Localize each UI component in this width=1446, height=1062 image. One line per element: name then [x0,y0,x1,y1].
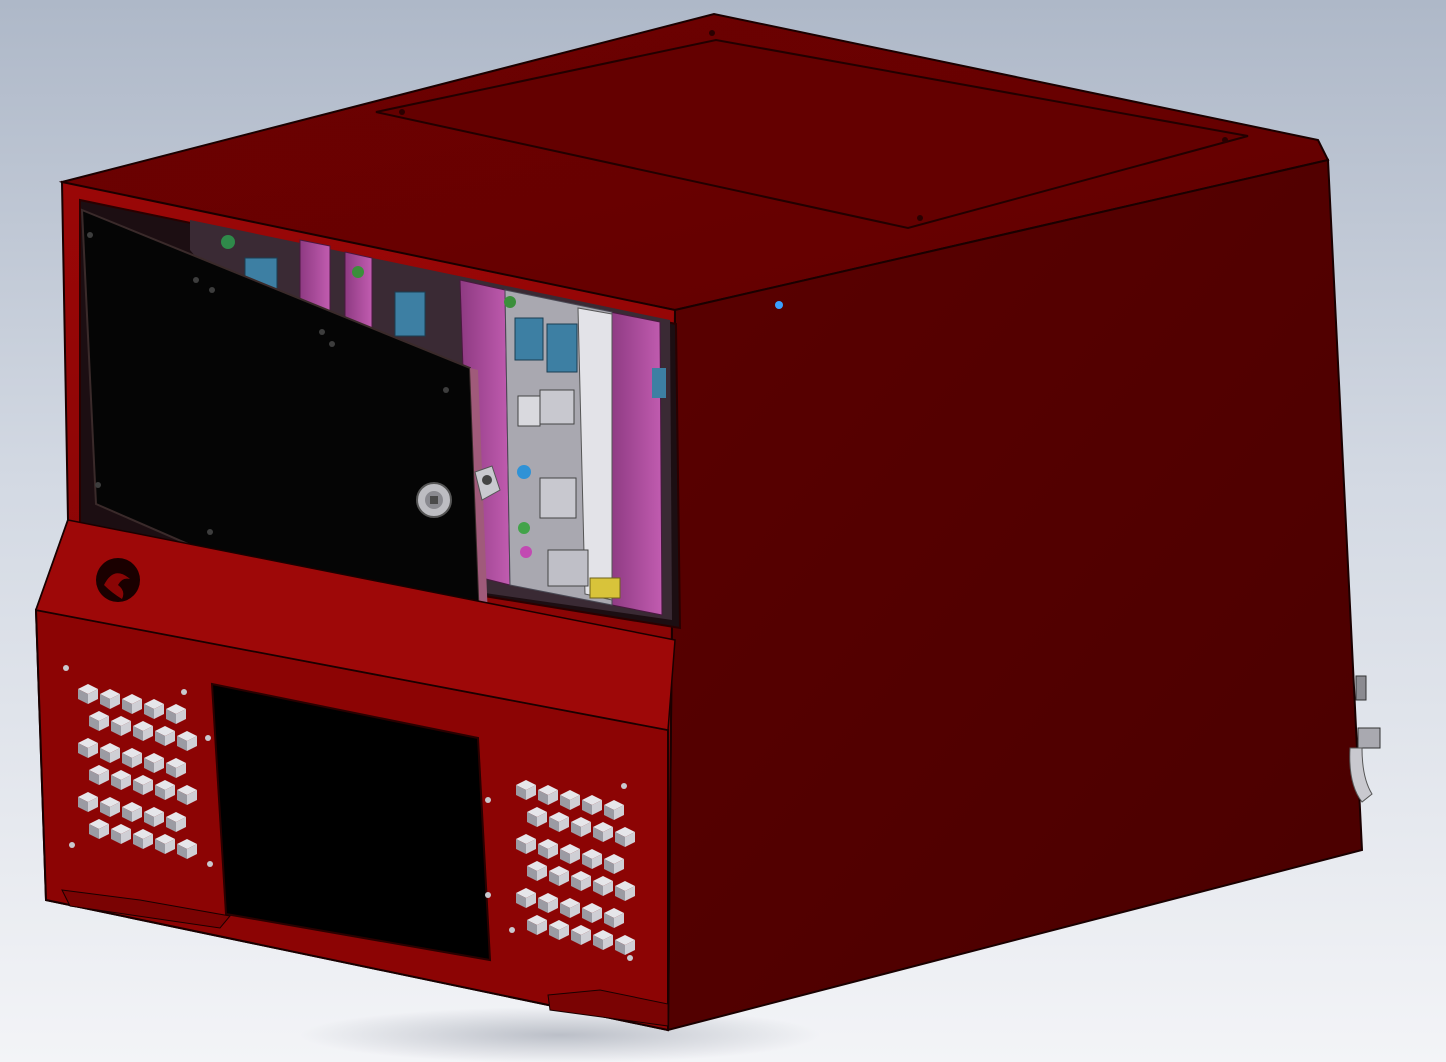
dragon-logo-icon [96,558,140,602]
enclosure-3d-model[interactable] [0,0,1446,1062]
keylock-icon[interactable] [416,482,452,518]
ground-shadow [300,1007,820,1062]
selection-dot [775,301,783,309]
right-side-panel[interactable] [666,158,1364,1032]
cad-viewport[interactable] [0,0,1446,1062]
